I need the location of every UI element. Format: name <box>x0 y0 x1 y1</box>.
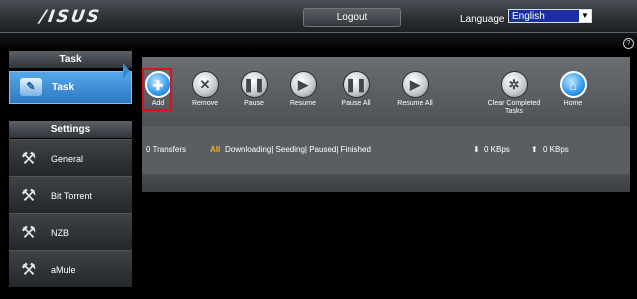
remove-button[interactable]: ✕ Remove <box>178 71 232 123</box>
play-all-icon: ▶ <box>401 71 429 98</box>
logout-button[interactable]: Logout <box>303 8 401 27</box>
content-area <box>142 174 630 192</box>
clear-icon: ✲ <box>500 71 528 98</box>
top-bar: /ISUS Logout Language English ▼ <box>0 0 637 33</box>
sidebar: Task ✎ Task Settings ⚒ General ⚒ Bit Tor… <box>9 51 132 288</box>
help-icon[interactable]: ? <box>623 38 634 49</box>
download-rate: 0 KBps <box>484 145 510 154</box>
transfer-count: 0 Transfers <box>146 145 187 154</box>
sidebar-item-label: General <box>51 154 84 164</box>
language-value: English <box>512 11 545 22</box>
resume-all-label: Resume All <box>397 100 433 107</box>
play-icon: ▶ <box>289 71 317 98</box>
active-pointer <box>123 63 130 79</box>
filter-all-link[interactable]: All <box>210 145 220 154</box>
pause-icon: ❚❚ <box>240 71 268 98</box>
resume-label: Resume <box>289 100 317 107</box>
resume-all-button[interactable]: ▶ Resume All <box>388 71 442 123</box>
chevron-down-icon[interactable]: ▼ <box>579 10 591 22</box>
resume-button[interactable]: ▶ Resume <box>276 71 330 123</box>
home-label: Home <box>563 100 583 107</box>
sidebar-item-task[interactable]: ✎ Task <box>9 71 132 104</box>
pause-all-button[interactable]: ❚❚ Pause All <box>329 71 383 123</box>
sidebar-item-label: Task <box>52 82 75 93</box>
task-section-header: Task <box>9 51 132 68</box>
sidebar-item-amule[interactable]: ⚒ aMule <box>9 250 132 287</box>
remove-label: Remove <box>191 100 219 107</box>
sidebar-item-general[interactable]: ⚒ General <box>9 139 132 176</box>
clear-completed-label: Clear Completed Tasks <box>487 100 541 115</box>
wrench-icon: ⚒ <box>21 149 37 168</box>
pause-label: Pause <box>244 100 264 107</box>
wrench-icon: ⚒ <box>21 223 37 242</box>
asus-logo: /ISUS <box>38 7 103 27</box>
clear-completed-button[interactable]: ✲ Clear Completed Tasks <box>482 71 546 123</box>
home-button[interactable]: ⌂ Home <box>546 71 600 123</box>
sidebar-item-label: aMule <box>51 265 76 275</box>
wrench-icon: ⚒ <box>21 186 37 205</box>
status-bar: 0 Transfers All Downloading| Seeding| Pa… <box>142 126 630 174</box>
add-button-highlight <box>142 68 172 111</box>
pause-all-label: Pause All <box>341 100 371 107</box>
download-arrow-icon: ⬇ <box>473 145 480 154</box>
header-band <box>0 33 637 51</box>
upload-arrow-icon: ⬆ <box>531 145 538 154</box>
wrench-icon: ⚒ <box>21 260 37 279</box>
home-icon: ⌂ <box>559 71 587 98</box>
remove-icon: ✕ <box>191 71 219 98</box>
pause-all-icon: ❚❚ <box>342 71 370 98</box>
upload-rate: 0 KBps <box>543 145 569 154</box>
task-icon: ✎ <box>20 78 42 96</box>
sidebar-item-nzb[interactable]: ⚒ NZB <box>9 213 132 250</box>
filter-links[interactable]: Downloading| Seeding| Paused| Finished <box>225 145 371 154</box>
main-panel: ✚ Add ✕ Remove ❚❚ Pause ▶ Resume ❚❚ Paus… <box>142 57 630 192</box>
sidebar-item-bit-torrent[interactable]: ⚒ Bit Torrent <box>9 176 132 213</box>
pause-button[interactable]: ❚❚ Pause <box>227 71 281 123</box>
settings-section-header: Settings <box>9 121 132 138</box>
language-label: Language <box>460 14 505 25</box>
sidebar-item-label: Bit Torrent <box>51 191 92 201</box>
sidebar-item-label: NZB <box>51 228 69 238</box>
toolbar: ✚ Add ✕ Remove ❚❚ Pause ▶ Resume ❚❚ Paus… <box>142 57 630 126</box>
language-select[interactable]: English ▼ <box>508 9 592 23</box>
